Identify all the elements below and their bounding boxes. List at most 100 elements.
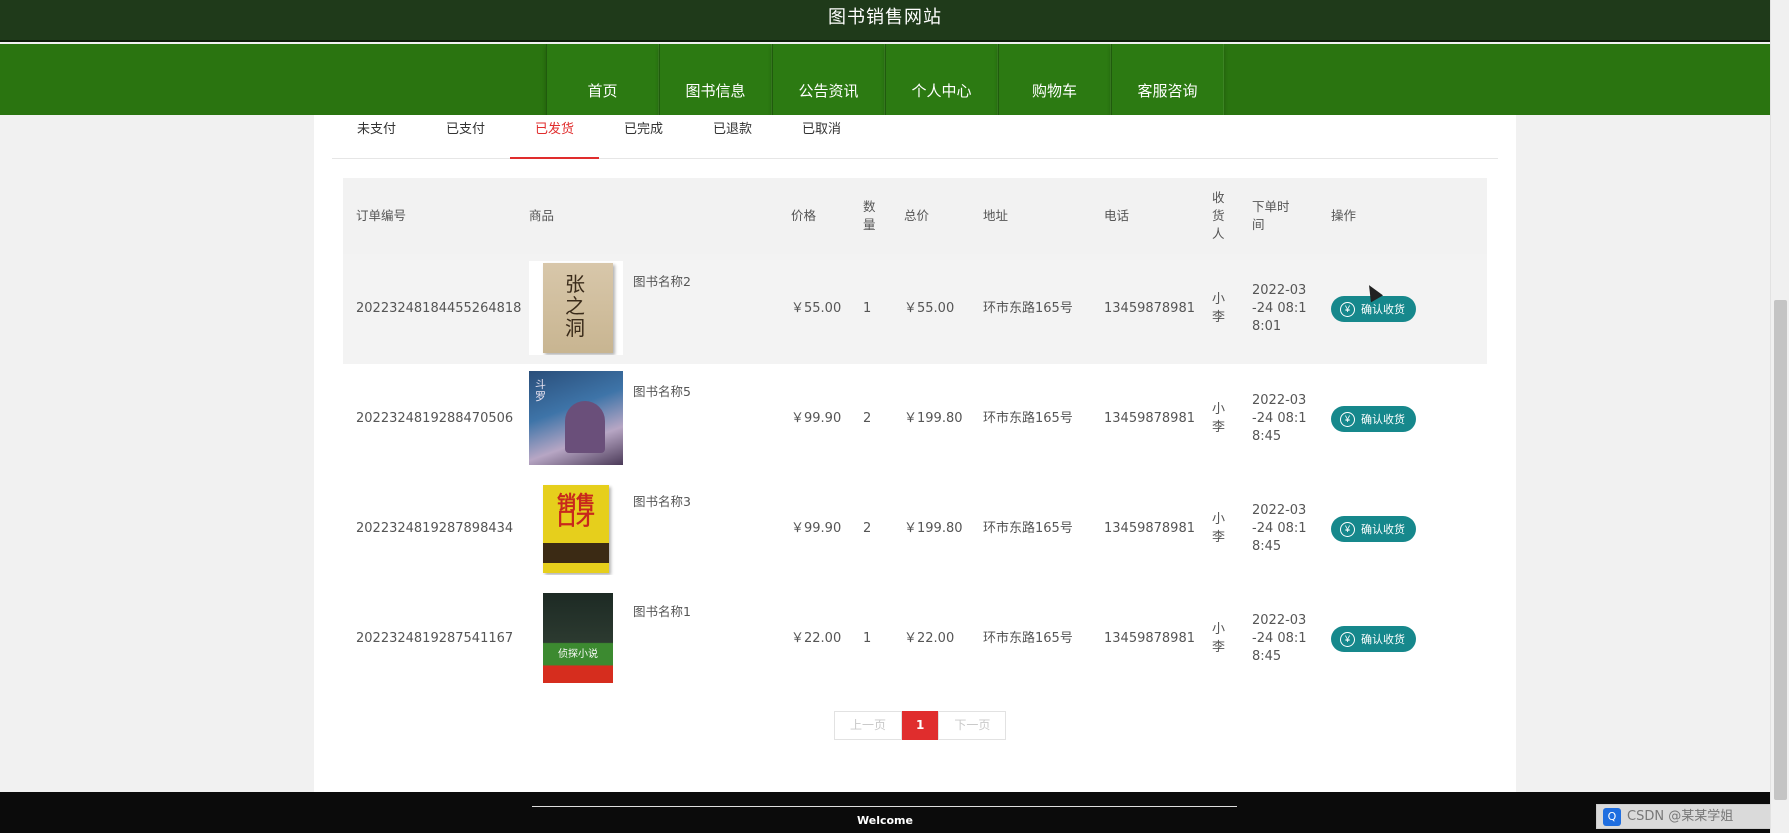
receiver: 小李 xyxy=(1199,621,1239,657)
orders-panel: 未支付 已支付 已发货 已完成 已退款 已取消 订单编号 商品 价格 数量 总价… xyxy=(314,115,1516,792)
receiver-value: 小李 xyxy=(1212,402,1226,435)
order-no: 2022324819287541167 xyxy=(356,631,514,646)
order-time: 2022-03-24 08:18:45 xyxy=(1239,392,1318,446)
confirm-receipt-label: 确认收货 xyxy=(1361,304,1405,316)
phone: 13459878981 xyxy=(1104,411,1195,426)
col-qty-label: 数量 xyxy=(863,199,876,232)
receiver-value: 小李 xyxy=(1212,622,1226,655)
nav-item-profile[interactable]: 个人中心 xyxy=(885,44,998,115)
receiver-value: 小李 xyxy=(1212,292,1226,325)
goods-name[interactable]: 图书名称5 xyxy=(633,383,691,401)
phone: 13459878981 xyxy=(1104,521,1195,536)
prev-page-button[interactable]: 上一页 xyxy=(834,711,903,740)
col-price: 价格 xyxy=(791,208,817,223)
site-title: 图书销售网站 xyxy=(828,7,942,28)
book-cover-image[interactable]: 销售口才 xyxy=(529,481,623,575)
total: ￥55.00 xyxy=(904,301,955,316)
address: 环市东路165号 xyxy=(983,411,1073,426)
confirm-receipt-button[interactable]: ¥ 确认收货 xyxy=(1331,516,1416,542)
yen-icon: ¥ xyxy=(1340,411,1355,427)
col-receiver: 收货人 xyxy=(1199,189,1239,243)
tab-refunded[interactable]: 已退款 xyxy=(688,115,777,159)
receiver: 小李 xyxy=(1199,511,1239,547)
col-action: 操作 xyxy=(1331,208,1357,223)
order-time: 2022-03-24 08:18:45 xyxy=(1239,502,1318,556)
tab-unpaid[interactable]: 未支付 xyxy=(332,115,421,159)
nav-item-books[interactable]: 图书信息 xyxy=(659,44,772,115)
site-header: 图书销售网站 xyxy=(0,0,1770,42)
pagination: 上一页 1 下一页 xyxy=(834,711,1007,740)
goods-name[interactable]: 图书名称2 xyxy=(633,273,691,291)
scrollbar-thumb[interactable] xyxy=(1774,300,1787,800)
watermark-badge: Q CSDN @某某学姐 xyxy=(1596,804,1786,829)
goods-name[interactable]: 图书名称3 xyxy=(633,493,691,511)
tab-cancelled[interactable]: 已取消 xyxy=(777,115,866,159)
book-cover-image[interactable]: 侦探小说 xyxy=(529,591,623,685)
orders-table: 订单编号 商品 价格 数量 总价 地址 电话 收货人 下单时间 操作 20223… xyxy=(343,178,1487,694)
yen-icon: ¥ xyxy=(1340,631,1355,647)
confirm-receipt-label: 确认收货 xyxy=(1361,524,1405,536)
table-row: 20223248184455264818 张之洞 图书名称2 ￥55.00 1 … xyxy=(343,254,1487,364)
col-qty: 数量 xyxy=(850,198,891,234)
watermark-text: CSDN @某某学姐 xyxy=(1627,809,1734,824)
tab-paid[interactable]: 已支付 xyxy=(421,115,510,159)
order-time-value: 2022-03-24 08:18:45 xyxy=(1252,503,1307,554)
order-time-value: 2022-03-24 08:18:45 xyxy=(1252,393,1307,444)
cover-title: 销售口才 xyxy=(556,492,595,530)
col-phone: 电话 xyxy=(1104,208,1130,223)
price: ￥55.00 xyxy=(791,301,842,316)
page-scrollbar[interactable] xyxy=(1770,0,1789,833)
action-cell: ¥ 确认收货 xyxy=(1318,516,1458,542)
site-footer: Welcome Q CSDN @某某学姐 xyxy=(0,792,1786,833)
order-no: 2022324819288470506 xyxy=(356,411,514,426)
tab-completed[interactable]: 已完成 xyxy=(599,115,688,159)
address: 环市东路165号 xyxy=(983,521,1073,536)
address: 环市东路165号 xyxy=(983,301,1073,316)
address: 环市东路165号 xyxy=(983,631,1073,646)
cover-title: 斗罗 xyxy=(535,378,546,403)
confirm-receipt-label: 确认收货 xyxy=(1361,634,1405,646)
receiver-value: 小李 xyxy=(1212,512,1226,545)
quantity: 2 xyxy=(863,411,872,426)
quantity: 1 xyxy=(863,631,872,646)
goods-cell: 斗罗 图书名称5 xyxy=(516,371,778,467)
receiver: 小李 xyxy=(1199,401,1239,437)
order-time-value: 2022-03-24 08:18:01 xyxy=(1252,283,1307,334)
quantity: 1 xyxy=(863,301,872,316)
order-time: 2022-03-24 08:18:01 xyxy=(1239,282,1318,336)
page-1-button[interactable]: 1 xyxy=(902,711,939,740)
order-time: 2022-03-24 08:18:45 xyxy=(1239,612,1318,666)
confirm-receipt-button[interactable]: ¥ 确认收货 xyxy=(1331,406,1416,432)
footer-welcome: Welcome xyxy=(857,814,913,827)
col-order-time: 下单时间 xyxy=(1239,198,1318,234)
order-time-value: 2022-03-24 08:18:45 xyxy=(1252,613,1307,664)
quantity: 2 xyxy=(863,521,872,536)
next-page-button[interactable]: 下一页 xyxy=(938,711,1007,740)
yen-icon: ¥ xyxy=(1340,521,1355,537)
nav-item-home[interactable]: 首页 xyxy=(546,44,659,115)
confirm-receipt-button[interactable]: ¥ 确认收货 xyxy=(1331,626,1416,652)
table-row: 2022324819287898434 销售口才 图书名称3 ￥99.90 2 … xyxy=(343,474,1487,584)
action-cell: ¥ 确认收货 xyxy=(1318,626,1458,652)
nav-items: 首页 图书信息 公告资讯 个人中心 购物车 客服咨询 xyxy=(546,44,1224,115)
col-order-no: 订单编号 xyxy=(356,208,407,223)
goods-cell: 张之洞 图书名称2 xyxy=(516,261,778,357)
book-cover-image[interactable]: 斗罗 xyxy=(529,371,623,465)
action-cell: ¥ 确认收货 xyxy=(1318,296,1458,322)
tab-shipped[interactable]: 已发货 xyxy=(510,115,599,159)
table-row: 2022324819288470506 斗罗 图书名称5 ￥99.90 2 ￥1… xyxy=(343,364,1487,474)
browser-icon: Q xyxy=(1603,807,1621,826)
book-cover-image[interactable]: 张之洞 xyxy=(529,261,623,355)
order-status-tabs: 未支付 已支付 已发货 已完成 已退款 已取消 xyxy=(332,115,1498,159)
goods-name[interactable]: 图书名称1 xyxy=(633,603,691,621)
nav-item-support[interactable]: 客服咨询 xyxy=(1111,44,1224,115)
yen-icon: ¥ xyxy=(1340,301,1355,317)
receiver: 小李 xyxy=(1199,291,1239,327)
nav-item-cart[interactable]: 购物车 xyxy=(998,44,1111,115)
order-no: 2022324819287898434 xyxy=(356,521,514,536)
price: ￥99.90 xyxy=(791,411,842,426)
col-receiver-label: 收货人 xyxy=(1212,190,1225,241)
nav-item-news[interactable]: 公告资讯 xyxy=(772,44,885,115)
total: ￥22.00 xyxy=(904,631,955,646)
confirm-receipt-label: 确认收货 xyxy=(1361,414,1405,426)
